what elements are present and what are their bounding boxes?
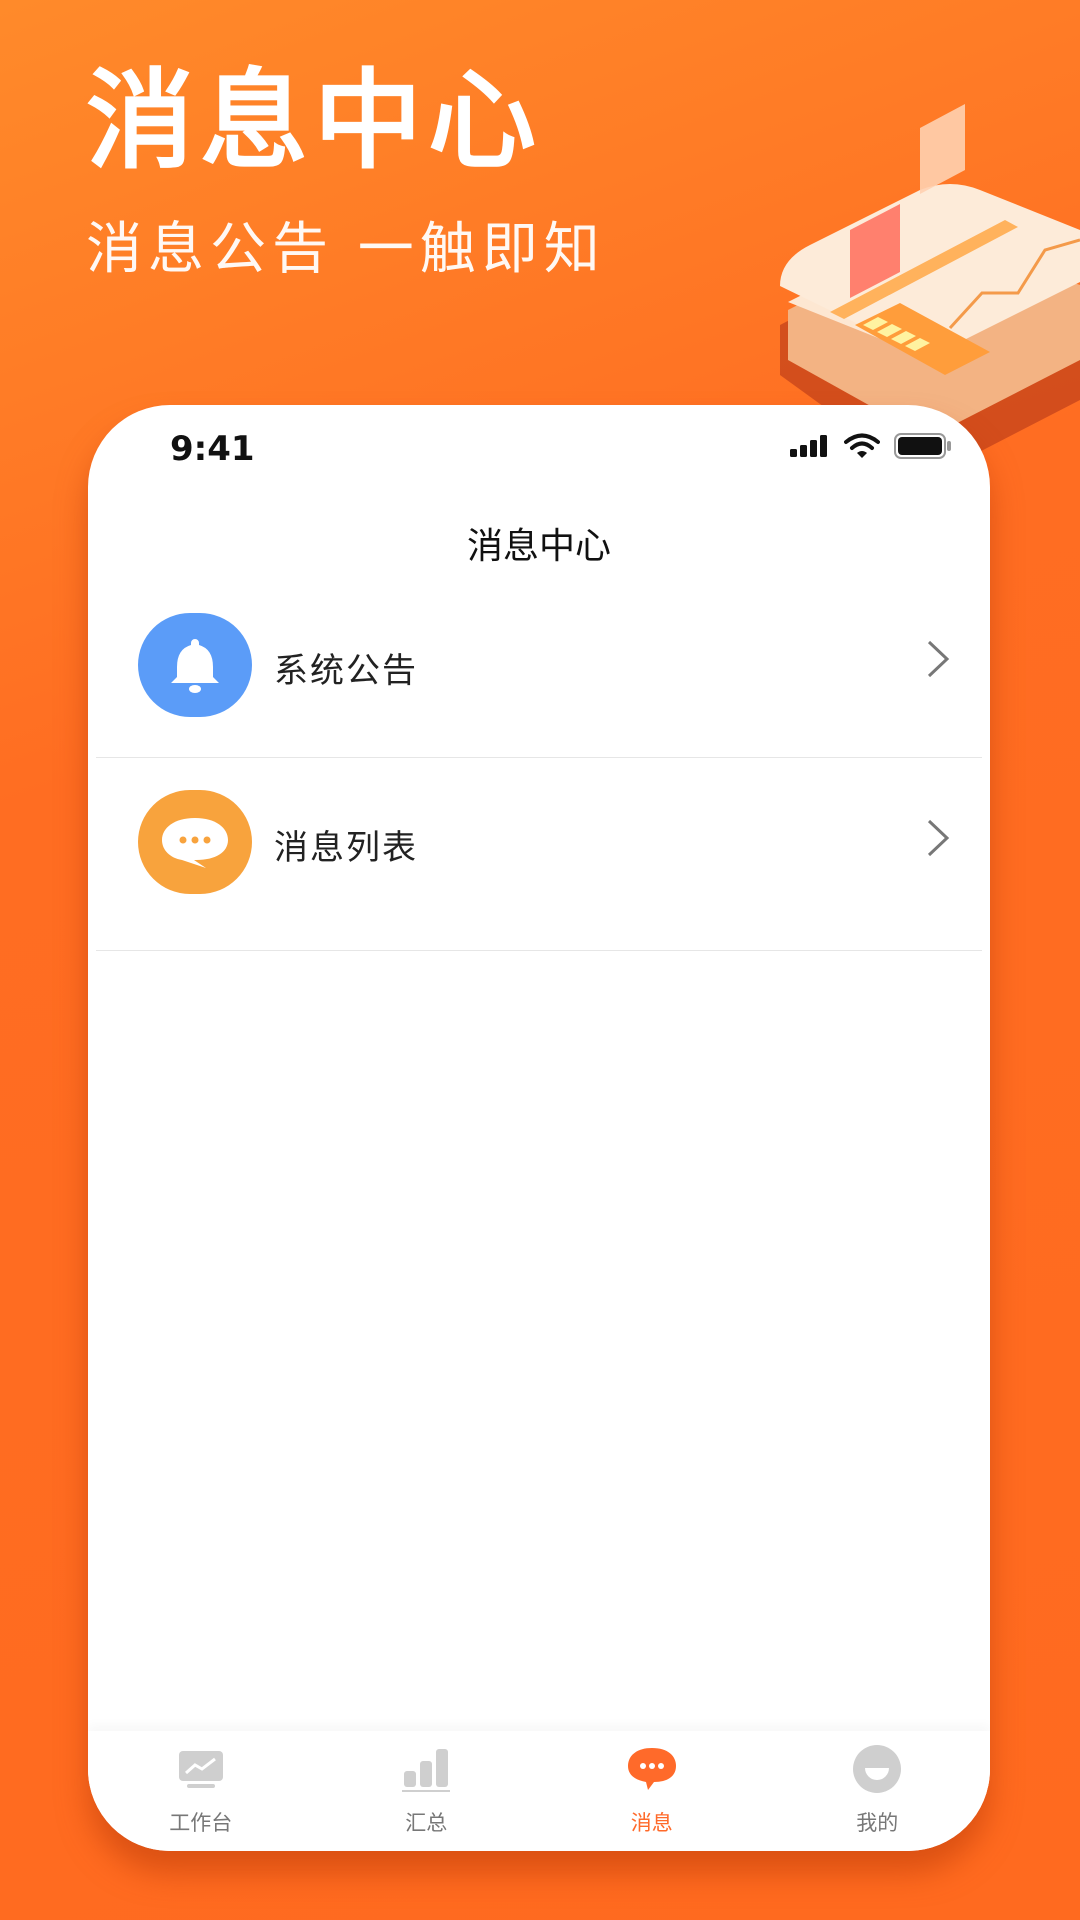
- tab-bar: 工作台 汇总 消息 我的: [88, 1731, 990, 1851]
- tab-label: 汇总: [405, 1811, 448, 1835]
- page-title: 消息中心: [466, 526, 611, 567]
- chevron-right-icon: [927, 819, 950, 857]
- chevron-right-icon: [927, 640, 950, 678]
- tab-summary[interactable]: 汇总: [346, 1731, 506, 1851]
- tab-label: 我的: [856, 1811, 899, 1835]
- decorative-illustration: [780, 104, 1080, 460]
- status-bar: 9:41: [88, 405, 990, 495]
- signal-icon: [790, 435, 827, 457]
- status-time: 9:41: [170, 429, 255, 469]
- list-item-label: 系统公告: [274, 651, 418, 691]
- dashboard-icon: [121, 1743, 281, 1795]
- tab-label: 消息: [630, 1811, 673, 1835]
- bar-chart-icon: [346, 1743, 506, 1795]
- message-category-list: 系统公告 消息列表: [96, 585, 982, 951]
- tab-workbench[interactable]: 工作台: [121, 1731, 281, 1851]
- chat-bubble-icon: [138, 790, 252, 894]
- wifi-icon: [844, 433, 880, 458]
- list-item-label: 消息列表: [274, 828, 418, 868]
- tab-profile[interactable]: 我的: [797, 1731, 957, 1851]
- tab-messages[interactable]: 消息: [572, 1731, 732, 1851]
- battery-icon: [894, 433, 951, 459]
- profile-icon: [797, 1743, 957, 1795]
- list-item-system-announcement[interactable]: 系统公告: [96, 585, 982, 758]
- bell-icon: [138, 613, 252, 717]
- list-item-message-list[interactable]: 消息列表: [96, 758, 982, 951]
- hero-subtitle: 消息公告 一触即知: [86, 217, 606, 282]
- message-icon: [572, 1743, 732, 1795]
- tab-label: 工作台: [169, 1811, 233, 1835]
- status-icons: [790, 433, 952, 459]
- hero-title: 消息中心: [86, 59, 543, 184]
- phone-screen: 9:41 消息中心 系统公告 消息列表 工作台 汇总 消息 我的: [88, 405, 990, 1851]
